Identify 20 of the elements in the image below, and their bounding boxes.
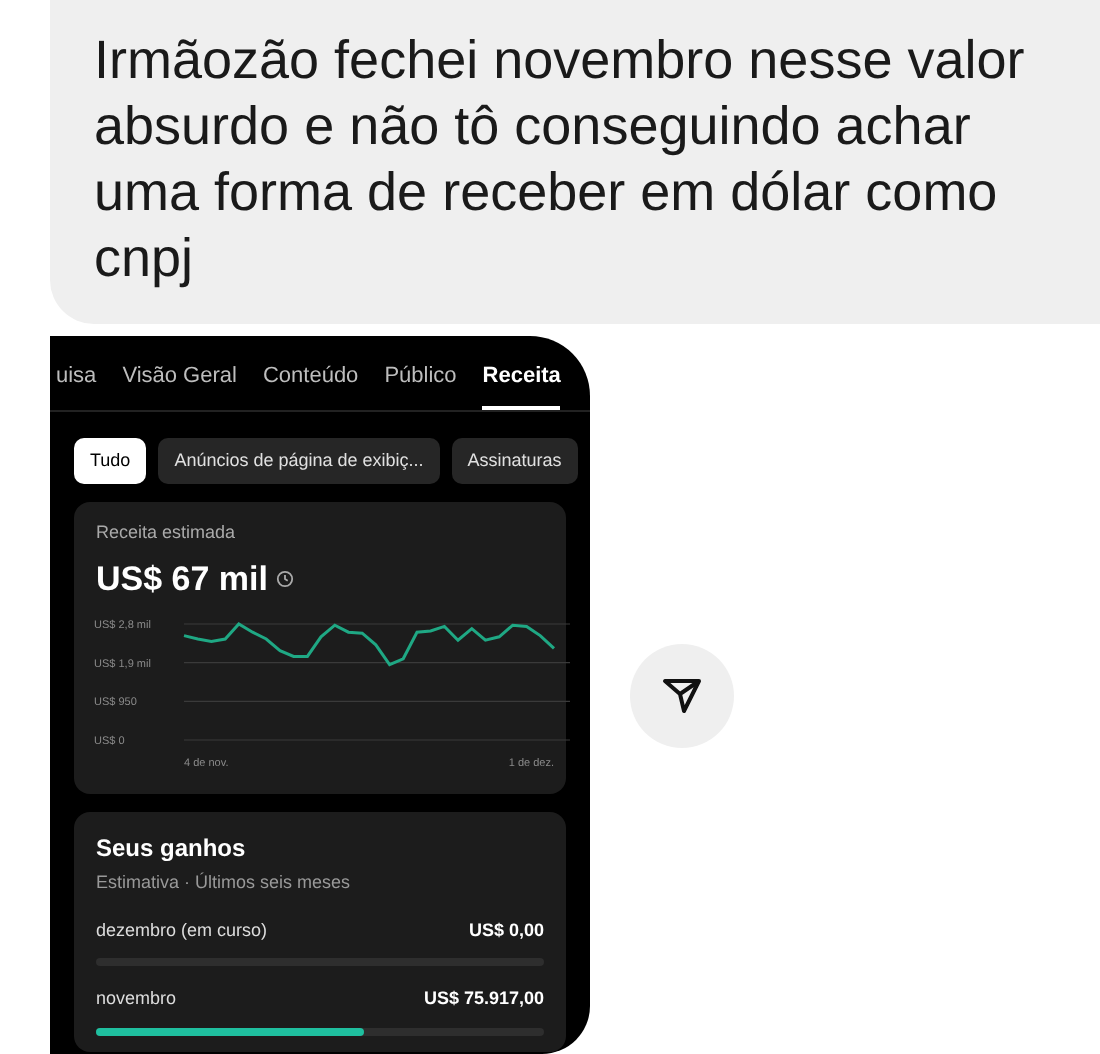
card-label: Receita estimada [94, 520, 238, 546]
filter-chip[interactable]: Tudo [74, 437, 147, 484]
card-title: Seus ganhos [96, 832, 248, 866]
tab[interactable]: uisa [56, 360, 97, 409]
month-label: novembro [96, 986, 177, 1012]
filter-chip[interactable]: Anúncios de página de exibiç... [158, 437, 440, 484]
message-text: Irmãozão fechei novembro nesse valor absurdo e não tô conseguindo achar uma forma de receber em dólar como cnpj [94, 28, 1027, 292]
revenue-value: US$ 67 mil [96, 557, 268, 601]
filter-chip[interactable]: Assinaturas [451, 437, 578, 484]
clock-icon [276, 569, 294, 588]
card-subtitle: Estimativa · Últimos seis meses [96, 870, 353, 896]
tab[interactable]: Visão Geral [122, 360, 237, 409]
amount-label: US$ 0,00 [468, 917, 544, 943]
month-label: dezembro (em curso) [96, 917, 268, 944]
amount-label: US$ 75.917,00 [423, 986, 544, 1012]
tab[interactable]: Conteúdo [262, 360, 359, 409]
tab[interactable]: Receita [482, 360, 561, 409]
tab[interactable]: Público [384, 360, 457, 409]
send-icon [662, 678, 702, 714]
share-button[interactable] [630, 644, 734, 748]
